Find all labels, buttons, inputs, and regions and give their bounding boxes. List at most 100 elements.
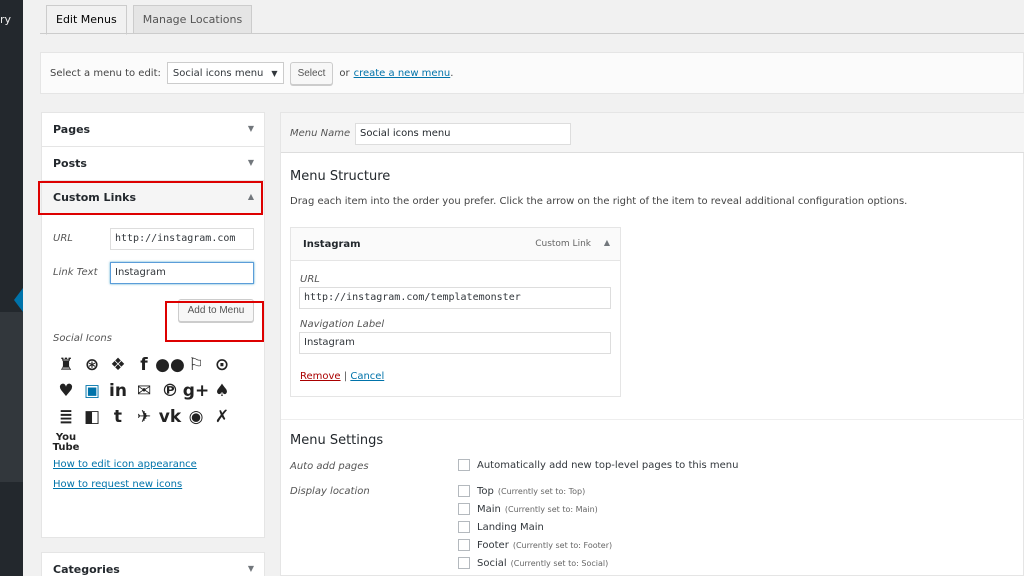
flickr-icon[interactable]: ●● <box>155 352 185 378</box>
accordion-categories[interactable]: Categories ▼ <box>41 552 265 576</box>
auto-add-label: Auto add pages <box>290 461 369 472</box>
tumblr-icon[interactable]: t <box>105 404 131 430</box>
path-icon[interactable]: ♠ <box>209 378 235 404</box>
social-icons-title: Social Icons <box>53 333 112 344</box>
menu-settings-title: Menu Settings <box>290 433 384 448</box>
chevron-down-icon: ▼ <box>247 158 254 167</box>
menu-structure-description: Drag each item into the order you prefer… <box>290 196 908 207</box>
location-note: (Currently set to: Social) <box>510 558 609 568</box>
menu-item-actions: Remove | Cancel <box>300 371 384 382</box>
menu-name-input[interactable]: Social icons menu <box>355 123 571 145</box>
linkedin-icon[interactable]: in <box>105 378 131 404</box>
link-text-label: Link Text <box>53 267 98 278</box>
pinterest-icon[interactable]: ℗ <box>157 378 183 404</box>
location-checkbox[interactable] <box>458 539 470 551</box>
dropbox-icon[interactable]: ❖ <box>105 352 131 378</box>
weibo-icon[interactable]: ◉ <box>183 404 209 430</box>
auto-add-text: Automatically add new top-level pages to… <box>477 459 739 471</box>
cancel-link[interactable]: Cancel <box>350 371 384 382</box>
accordion-pages[interactable]: Pages ▼ <box>41 112 265 146</box>
location-name: Footer <box>477 539 509 551</box>
vk-icon[interactable]: vk <box>157 404 183 430</box>
location-name: Top <box>477 485 494 497</box>
accordion-custom-links-title: Custom Links <box>53 191 137 204</box>
edit-icon-appearance-link[interactable]: How to edit icon appearance <box>53 459 197 470</box>
accordion-custom-links[interactable]: Custom Links ▲ <box>41 180 265 214</box>
active-menu-indicator <box>14 288 23 312</box>
link-text-input[interactable]: Instagram <box>110 262 254 284</box>
menu-select-dropdown[interactable]: Social icons menu ▼ <box>166 62 284 84</box>
menu-item-title: Instagram <box>303 239 361 250</box>
auto-add-checkbox[interactable] <box>458 459 470 471</box>
twitter-icon[interactable]: ✈ <box>131 404 157 430</box>
menu-item-url-input[interactable]: http://instagram.com/templatemonster <box>299 287 611 309</box>
youtube-icon[interactable]: You Tube <box>53 430 80 456</box>
menu-item-handle[interactable]: Instagram Custom Link ▲ <box>291 228 620 261</box>
location-note: (Currently set to: Main) <box>504 504 598 514</box>
location-row[interactable]: Footer (Currently set to: Footer) <box>458 539 612 551</box>
menu-select-value: Social icons menu <box>172 67 264 79</box>
location-row[interactable]: Social (Currently set to: Social) <box>458 557 608 569</box>
menu-name-label: Menu Name <box>290 128 351 139</box>
location-name: Social <box>477 557 507 569</box>
remove-link[interactable]: Remove <box>300 371 341 382</box>
nav-tabs: Edit Menus Manage Locations <box>46 5 253 35</box>
menu-item-instagram: Instagram Custom Link ▲ URL http://insta… <box>290 227 621 397</box>
request-new-icons-link[interactable]: How to request new icons <box>53 479 182 490</box>
menu-header: Menu Name Social icons menu <box>281 113 1024 153</box>
github-icon[interactable]: ⊙ <box>209 352 235 378</box>
untappd-icon[interactable]: ♜ <box>53 352 79 378</box>
location-checkbox[interactable] <box>458 485 470 497</box>
accordion-posts-title: Posts <box>53 157 87 170</box>
dribbble-icon[interactable]: ⊛ <box>79 352 105 378</box>
social-icons-grid: ♜ ⊛ ❖ f ●● ⚐ ⊙ ♥ ▣ in ✉ ℗ g+ ♠ ≣ ◧ t ✈ vk ◉ ✗ You Tube <box>53 352 243 456</box>
add-to-menu-button[interactable]: Add to Menu <box>178 299 254 322</box>
location-name: Main <box>477 503 501 515</box>
location-row[interactable]: Main (Currently set to: Main) <box>458 503 598 515</box>
menu-management: Menu Name Social icons menu Menu Structu… <box>280 112 1024 576</box>
create-new-menu-link[interactable]: create a new menu <box>354 68 451 79</box>
email-icon[interactable]: ✉ <box>131 378 157 404</box>
location-row[interactable]: Landing Main <box>458 521 548 533</box>
codepen-icon[interactable]: ♥ <box>53 378 79 404</box>
foursquare-icon[interactable]: ⚐ <box>183 352 209 378</box>
trello-icon[interactable]: ◧ <box>79 404 105 430</box>
action-divider: | <box>343 371 348 382</box>
chevron-up-icon[interactable]: ▲ <box>604 238 610 247</box>
display-location-label: Display location <box>290 486 370 497</box>
menu-item-type: Custom Link <box>535 239 591 249</box>
admin-submenu <box>0 312 23 482</box>
menu-structure-title: Menu Structure <box>290 169 391 184</box>
accordion-pages-title: Pages <box>53 123 91 136</box>
admin-sidebar: ry <box>0 0 23 576</box>
auto-add-row[interactable]: Automatically add new top-level pages to… <box>458 459 738 471</box>
accordion-categories-title: Categories <box>53 563 120 576</box>
facebook-icon[interactable]: f <box>131 352 157 378</box>
period-text: . <box>450 67 454 79</box>
stackoverflow-icon[interactable]: ≣ <box>53 404 79 430</box>
navigation-label-input[interactable]: Instagram <box>299 332 611 354</box>
chevron-down-icon: ▼ <box>247 124 254 133</box>
location-name: Landing Main <box>477 521 544 533</box>
settings-divider <box>281 419 1024 420</box>
url-label: URL <box>53 233 73 244</box>
url-input[interactable]: http://instagram.com <box>110 228 254 250</box>
select-button[interactable]: Select <box>289 61 334 85</box>
chevron-up-icon: ▲ <box>247 192 254 201</box>
tab-edit-menus[interactable]: Edit Menus <box>46 5 127 35</box>
instagram-icon[interactable]: ▣ <box>79 378 105 404</box>
location-checkbox[interactable] <box>458 503 470 515</box>
location-checkbox[interactable] <box>458 521 470 533</box>
or-text: or <box>339 67 350 79</box>
location-checkbox[interactable] <box>458 557 470 569</box>
accordion-posts[interactable]: Posts ▼ <box>41 146 265 180</box>
tab-manage-locations[interactable]: Manage Locations <box>132 5 253 34</box>
custom-links-panel: URL http://instagram.com Link Text Insta… <box>41 214 265 538</box>
navigation-label-label: Navigation Label <box>300 319 385 330</box>
chevron-down-icon: ▼ <box>247 564 254 573</box>
sidebar-cut-label[interactable]: ry <box>0 13 11 26</box>
xing-icon[interactable]: ✗ <box>209 404 235 430</box>
location-row[interactable]: Top (Currently set to: Top) <box>458 485 585 497</box>
select-menu-label: Select a menu to edit: <box>50 67 161 79</box>
google-plus-icon[interactable]: g+ <box>183 378 209 404</box>
